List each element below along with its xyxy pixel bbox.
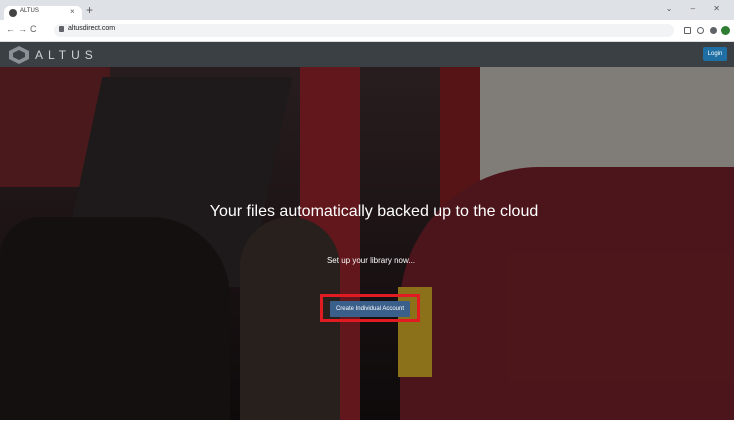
hero-overlay [0, 67, 734, 420]
page-bottom [0, 420, 734, 424]
lock-icon [59, 26, 64, 32]
browser-tab-strip: ALTUS × + ⌄ – ✕ [0, 0, 734, 20]
url-text: altusdirect.com [68, 25, 116, 32]
hero-section: Your files automatically backed up to th… [0, 67, 734, 420]
back-icon[interactable]: ← [6, 24, 15, 34]
cast-icon[interactable] [684, 27, 691, 34]
browser-toolbar: ← → C altusdirect.com [0, 20, 734, 42]
account-icon[interactable] [710, 27, 717, 34]
new-tab-icon[interactable]: + [86, 4, 93, 16]
forward-icon[interactable]: → [18, 24, 27, 34]
altus-logo-icon [9, 46, 29, 64]
site-header [0, 42, 734, 67]
address-bar[interactable]: altusdirect.com [54, 24, 674, 37]
browser-tab[interactable]: ALTUS × [4, 6, 82, 20]
altus-favicon-icon [9, 9, 17, 17]
profile-avatar[interactable] [721, 26, 730, 35]
login-button[interactable]: Login [703, 47, 727, 61]
extension-icon[interactable] [697, 27, 704, 34]
hero-headline: Your files automatically backed up to th… [209, 203, 539, 220]
hero-subtext: Set up your library now... [326, 256, 416, 265]
reload-icon[interactable]: C [30, 24, 37, 34]
tab-close-icon[interactable]: × [70, 7, 75, 16]
tab-title: ALTUS [20, 8, 39, 14]
create-individual-account-button[interactable]: Create Individual Account [330, 301, 410, 317]
logo-text: ALTUS [35, 48, 98, 62]
window-controls[interactable]: ⌄ – ✕ [666, 4, 728, 13]
